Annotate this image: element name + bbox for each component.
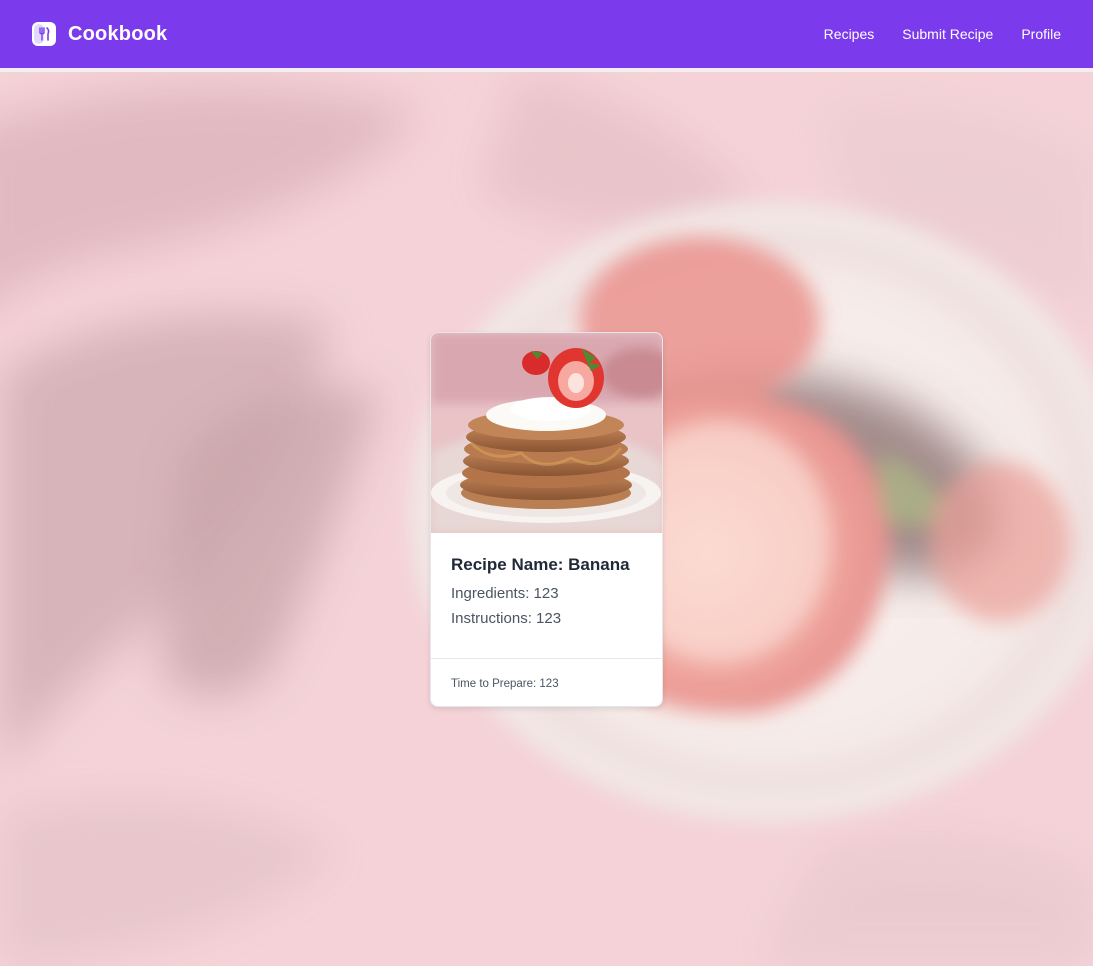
recipe-ingredients: Ingredients: 123 [451, 585, 559, 602]
nav-link-recipes[interactable]: Recipes [824, 26, 875, 42]
navbar-divider [0, 68, 1093, 72]
brand[interactable]: Cookbook [32, 22, 167, 46]
recipe-card[interactable]: Recipe Name: Banana Ingredients: 123 Ins… [430, 332, 663, 707]
recipe-card-footer: Time to Prepare: 123 [431, 658, 662, 706]
recipe-card-body: Recipe Name: Banana Ingredients: 123 Ins… [431, 533, 662, 658]
nav-link-profile[interactable]: Profile [1021, 26, 1061, 42]
top-navbar: Cookbook Recipes Submit Recipe Profile [0, 0, 1093, 68]
utensils-icon [32, 22, 56, 46]
nav-link-submit-recipe[interactable]: Submit Recipe [902, 26, 993, 42]
recipe-prep-time: Time to Prepare: 123 [451, 677, 559, 690]
nav-links: Recipes Submit Recipe Profile [824, 26, 1061, 42]
recipe-image [431, 333, 662, 533]
brand-name: Cookbook [68, 22, 168, 45]
recipe-instructions: Instructions: 123 [451, 610, 562, 627]
recipe-name: Recipe Name: Banana [451, 555, 630, 574]
